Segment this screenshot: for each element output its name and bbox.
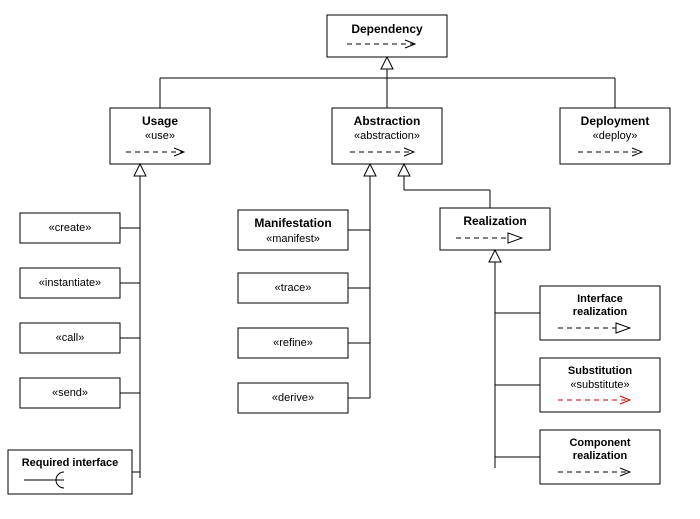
node-required-interface: Required interface: [8, 450, 132, 494]
trace-label: «trace»: [275, 282, 312, 294]
component-realization-l1: Component: [569, 437, 630, 449]
abstraction-title: Abstraction: [354, 114, 421, 128]
abstraction-stereotype: «abstraction»: [354, 130, 420, 142]
substitution-title: Substitution: [568, 365, 632, 377]
node-instantiate: «instantiate»: [20, 268, 120, 298]
node-deployment: Deployment «deploy»: [560, 108, 670, 164]
usage-stereotype: «use»: [145, 130, 175, 142]
node-realization: Realization: [440, 208, 550, 250]
dependency-title: Dependency: [351, 22, 423, 36]
derive-label: «derive»: [272, 392, 314, 404]
manifestation-stereotype: «manifest»: [266, 233, 320, 245]
required-interface-label: Required interface: [22, 457, 119, 469]
node-dependency: Dependency: [327, 15, 447, 57]
deployment-title: Deployment: [581, 114, 650, 128]
refine-label: «refine»: [273, 337, 313, 349]
instantiate-label: «instantiate»: [39, 277, 101, 289]
realization-title: Realization: [463, 214, 526, 228]
node-trace: «trace»: [238, 273, 348, 303]
call-label: «call»: [56, 332, 85, 344]
node-create: «create»: [20, 213, 120, 243]
interface-realization-l1: Interface: [577, 293, 623, 305]
manifestation-title: Manifestation: [254, 216, 331, 230]
node-interface-realization: Interface realization: [540, 286, 660, 340]
dependency-hierarchy-diagram: Dependency Usage «use» Abstraction «abst…: [0, 0, 700, 519]
component-realization-l2: realization: [573, 450, 628, 462]
node-usage: Usage «use»: [110, 108, 210, 164]
node-refine: «refine»: [238, 328, 348, 358]
deployment-stereotype: «deploy»: [593, 130, 638, 142]
interface-realization-l2: realization: [573, 306, 628, 318]
usage-title: Usage: [142, 114, 178, 128]
node-derive: «derive»: [238, 383, 348, 413]
node-substitution: Substitution «substitute»: [540, 358, 660, 412]
node-send: «send»: [20, 378, 120, 408]
node-abstraction: Abstraction «abstraction»: [332, 108, 442, 164]
substitution-stereotype: «substitute»: [570, 379, 629, 391]
send-label: «send»: [52, 387, 88, 399]
create-label: «create»: [49, 222, 92, 234]
node-manifestation: Manifestation «manifest»: [238, 210, 348, 250]
node-component-realization: Component realization: [540, 430, 660, 484]
node-call: «call»: [20, 323, 120, 353]
